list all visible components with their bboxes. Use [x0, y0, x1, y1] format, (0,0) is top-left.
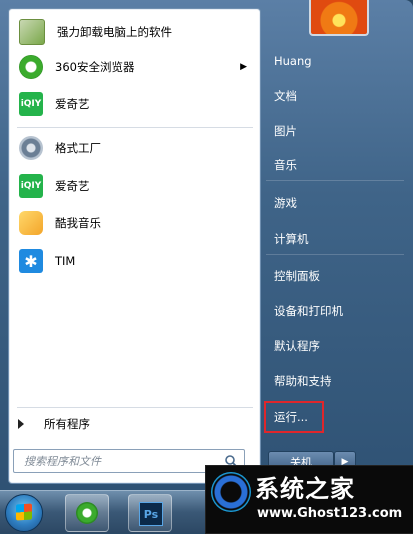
- computer-link[interactable]: 计算机: [264, 226, 406, 252]
- divider: [266, 254, 404, 255]
- user-name-link[interactable]: Huang: [264, 48, 406, 74]
- 360-browser-icon: [19, 55, 43, 79]
- right-item-label: 音乐: [274, 158, 297, 172]
- documents-link[interactable]: 文档: [264, 83, 406, 109]
- 360-browser-icon: [76, 502, 98, 524]
- help-support-link[interactable]: 帮助和支持: [264, 368, 406, 394]
- devices-printers-link[interactable]: 设备和打印机: [264, 298, 406, 324]
- taskbar-app-photoshop[interactable]: Ps: [128, 494, 172, 532]
- right-item-label: 文档: [274, 89, 297, 103]
- watermark-url: www.Ghost123.com: [257, 506, 403, 521]
- program-label: 酷我音乐: [55, 216, 101, 230]
- divider: [266, 180, 404, 181]
- submenu-arrow-icon: ▶: [240, 62, 247, 72]
- triangle-right-icon: [18, 419, 24, 429]
- music-link[interactable]: 音乐: [264, 152, 406, 178]
- program-item[interactable]: ✱ TIM: [15, 244, 255, 278]
- right-item-label: 计算机: [274, 232, 309, 246]
- games-link[interactable]: 游戏: [264, 190, 406, 216]
- right-item-label: 控制面板: [274, 269, 320, 283]
- program-label: 爱奇艺: [55, 97, 90, 111]
- start-button[interactable]: [5, 494, 43, 532]
- program-item[interactable]: iQIY 爱奇艺: [15, 87, 255, 121]
- divider: [17, 127, 253, 128]
- program-item[interactable]: 360安全浏览器 ▶: [15, 50, 255, 84]
- format-factory-icon: [19, 136, 43, 160]
- right-item-label: 默认程序: [274, 339, 320, 353]
- right-item-label: 帮助和支持: [274, 374, 332, 388]
- photoshop-icon: Ps: [139, 502, 163, 526]
- search-placeholder: 搜索程序和文件: [24, 455, 101, 468]
- all-programs-button[interactable]: 所有程序: [8, 413, 246, 435]
- taskbar-app-360-browser[interactable]: [65, 494, 109, 532]
- right-item-label: 图片: [274, 124, 297, 138]
- pictures-link[interactable]: 图片: [264, 118, 406, 144]
- right-item-label: Huang: [274, 54, 312, 68]
- kuwo-music-icon: [19, 211, 43, 235]
- run-highlight-box: [264, 401, 324, 433]
- tim-icon: ✱: [19, 249, 43, 273]
- watermark-logo-icon: [211, 472, 251, 512]
- program-item[interactable]: 酷我音乐: [15, 206, 255, 240]
- program-label: 爱奇艺: [55, 179, 90, 193]
- program-item[interactable]: 格式工厂: [15, 131, 255, 165]
- default-programs-link[interactable]: 默认程序: [264, 333, 406, 359]
- program-label: 格式工厂: [55, 141, 101, 155]
- iqiyi-icon: iQIY: [19, 174, 43, 198]
- iqiyi-icon: iQIY: [19, 92, 43, 116]
- program-label: 强力卸载电脑上的软件: [57, 25, 172, 39]
- program-label: 360安全浏览器: [55, 60, 135, 74]
- right-item-label: 游戏: [274, 196, 297, 210]
- right-item-label: 设备和打印机: [274, 304, 343, 318]
- user-picture[interactable]: [309, 0, 369, 36]
- uninstaller-icon: [19, 19, 45, 45]
- program-item[interactable]: 强力卸载电脑上的软件: [15, 15, 255, 49]
- watermark-title: 系统之家: [255, 474, 355, 503]
- control-panel-link[interactable]: 控制面板: [264, 263, 406, 289]
- program-label: TIM: [55, 254, 76, 268]
- divider: [17, 407, 253, 408]
- all-programs-label: 所有程序: [44, 417, 90, 431]
- program-item[interactable]: iQIY 爱奇艺: [15, 169, 255, 203]
